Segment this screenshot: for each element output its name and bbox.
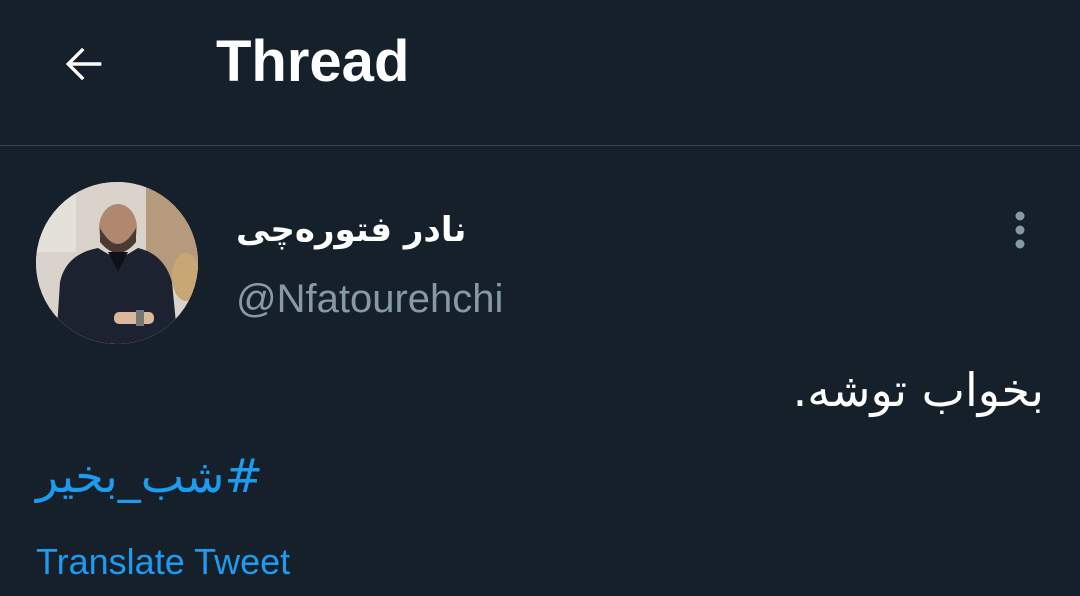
more-options-button[interactable]	[1000, 204, 1040, 256]
translate-tweet-link[interactable]: Translate Tweet	[36, 538, 290, 586]
arrow-left-icon	[65, 47, 102, 81]
author-display-name[interactable]: نادر فتوره‌چی	[236, 204, 476, 256]
profile-photo	[36, 182, 198, 344]
page-title: Thread	[216, 29, 410, 94]
avatar[interactable]	[36, 182, 198, 344]
author-handle[interactable]: @Nfatourehchi	[236, 274, 503, 324]
back-button[interactable]	[48, 28, 120, 100]
tweet-text: بخواب توشه.	[792, 363, 1044, 417]
top-bar: Thread	[0, 0, 1080, 146]
hashtag-link[interactable]: #شب_بخیر	[36, 438, 336, 514]
more-vertical-icon	[1015, 211, 1025, 249]
